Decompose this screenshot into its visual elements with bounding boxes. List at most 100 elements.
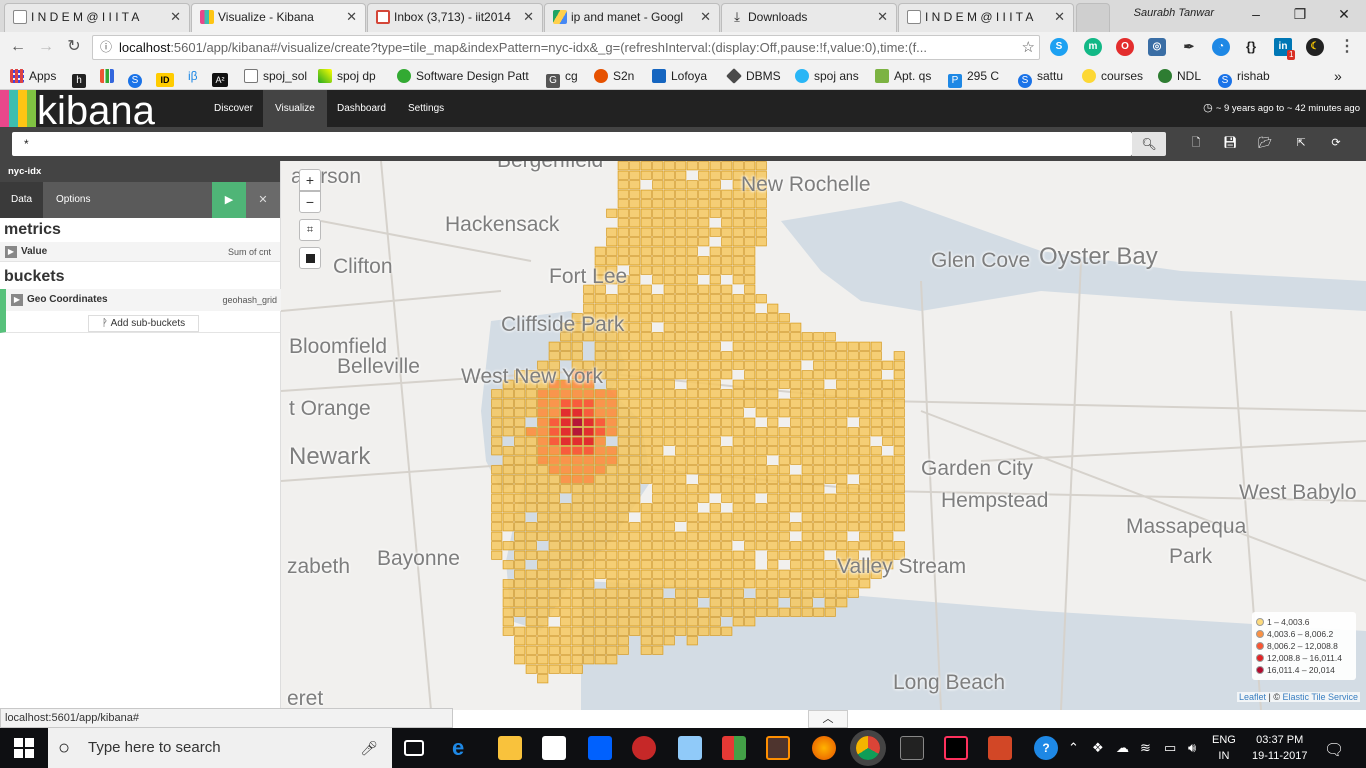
geohash-cell[interactable] [755,512,767,522]
geohash-cell[interactable] [824,512,836,522]
geohash-cell[interactable] [663,227,675,237]
geohash-cell[interactable] [640,617,652,627]
geohash-cell[interactable] [606,493,618,503]
geohash-cell[interactable] [502,503,514,513]
geohash-cell[interactable] [721,588,733,598]
help-icon[interactable]: ? [1034,736,1058,760]
geohash-cell[interactable] [767,560,779,570]
geohash-cell[interactable] [525,398,537,408]
firefox-icon[interactable] [812,736,836,760]
geohash-cell[interactable] [755,237,767,247]
geohash-cell[interactable] [663,303,675,313]
geohash-cell[interactable] [491,398,503,408]
geohash-cell[interactable] [778,313,790,323]
geohash-cell[interactable] [560,474,572,484]
geohash-cell[interactable] [893,389,905,399]
nav-discover[interactable]: Discover [202,90,265,127]
geohash-cell[interactable] [824,541,836,551]
geohash-cell[interactable] [686,598,698,608]
geohash-cell[interactable] [571,579,583,589]
geohash-cell[interactable] [675,607,687,617]
geohash-cell[interactable] [732,208,744,218]
geohash-cell[interactable] [652,313,664,323]
geohash-cell[interactable] [744,237,756,247]
geohash-cell[interactable] [663,208,675,218]
geohash-cell[interactable] [870,465,882,475]
geohash-cell[interactable] [571,465,583,475]
geohash-cell[interactable] [755,531,767,541]
geohash-cell[interactable] [617,303,629,313]
geohash-cell[interactable] [640,626,652,636]
geohash-cell[interactable] [859,398,871,408]
geohash-cell[interactable] [721,398,733,408]
geohash-cell[interactable] [629,484,641,494]
geohash-cell[interactable] [801,588,813,598]
geohash-cell[interactable] [778,351,790,361]
geohash-cell[interactable] [629,598,641,608]
geohash-cell[interactable] [686,512,698,522]
geohash-cell[interactable] [629,465,641,475]
geohash-cell[interactable] [663,531,675,541]
geohash-cell[interactable] [675,227,687,237]
geohash-cell[interactable] [824,332,836,342]
geohash-cell[interactable] [790,569,802,579]
minimize-icon[interactable]: – [1234,0,1278,30]
geohash-cell[interactable] [560,512,572,522]
geohash-cell[interactable] [640,417,652,427]
geohash-cell[interactable] [767,417,779,427]
geohash-cell[interactable] [709,180,721,190]
geohash-cell[interactable] [652,503,664,513]
geohash-cell[interactable] [847,493,859,503]
geohash-cell[interactable] [790,379,802,389]
geohash-cell[interactable] [663,199,675,209]
geohash-cell[interactable] [755,503,767,513]
geohash-cell[interactable] [560,341,572,351]
geohash-cell[interactable] [824,398,836,408]
geohash-cell[interactable] [606,455,618,465]
geohash-cell[interactable] [606,389,618,399]
geohash-cell[interactable] [732,512,744,522]
new-tab-button[interactable] [1076,3,1110,32]
geohash-cell[interactable] [663,484,675,494]
geohash-cell[interactable] [502,417,514,427]
geohash-cell[interactable] [594,484,606,494]
geohash-cell[interactable] [709,398,721,408]
geohash-cell[interactable] [686,617,698,627]
discard-button[interactable]: ✕ [246,182,280,218]
geohash-cell[interactable] [629,398,641,408]
geohash-cell[interactable] [502,455,514,465]
geohash-cell[interactable] [893,436,905,446]
geohash-cell[interactable] [744,465,756,475]
geohash-cell[interactable] [893,522,905,532]
geohash-cell[interactable] [813,474,825,484]
geohash-cell[interactable] [640,645,652,655]
geohash-cell[interactable] [525,588,537,598]
geohash-cell[interactable] [801,332,813,342]
geohash-cell[interactable] [732,398,744,408]
geohash-cell[interactable] [698,370,710,380]
geohash-cell[interactable] [801,379,813,389]
geohash-cell[interactable] [640,189,652,199]
geohash-cell[interactable] [652,351,664,361]
close-icon[interactable]: ✕ [170,4,181,30]
geohash-cell[interactable] [698,256,710,266]
geohash-cell[interactable] [548,503,560,513]
geohash-cell[interactable] [790,436,802,446]
geohash-cell[interactable] [629,436,641,446]
geohash-cell[interactable] [686,436,698,446]
geohash-cell[interactable] [847,360,859,370]
tile-map[interactable]: Bergenfield New Rochelle aterson Hackens… [281,161,1366,710]
back-icon[interactable]: ← [8,37,28,57]
geohash-cell[interactable] [709,626,721,636]
geohash-cell[interactable] [732,322,744,332]
geohash-cell[interactable] [801,541,813,551]
geohash-cell[interactable] [755,465,767,475]
geohash-cell[interactable] [698,446,710,456]
power-icon[interactable]: ▭ [1164,740,1176,756]
geohash-cell[interactable] [813,579,825,589]
geohash-cell[interactable] [767,531,779,541]
geohash-cell[interactable] [755,360,767,370]
geohash-cell[interactable] [548,484,560,494]
geohash-cell[interactable] [525,446,537,456]
geohash-cell[interactable] [836,465,848,475]
